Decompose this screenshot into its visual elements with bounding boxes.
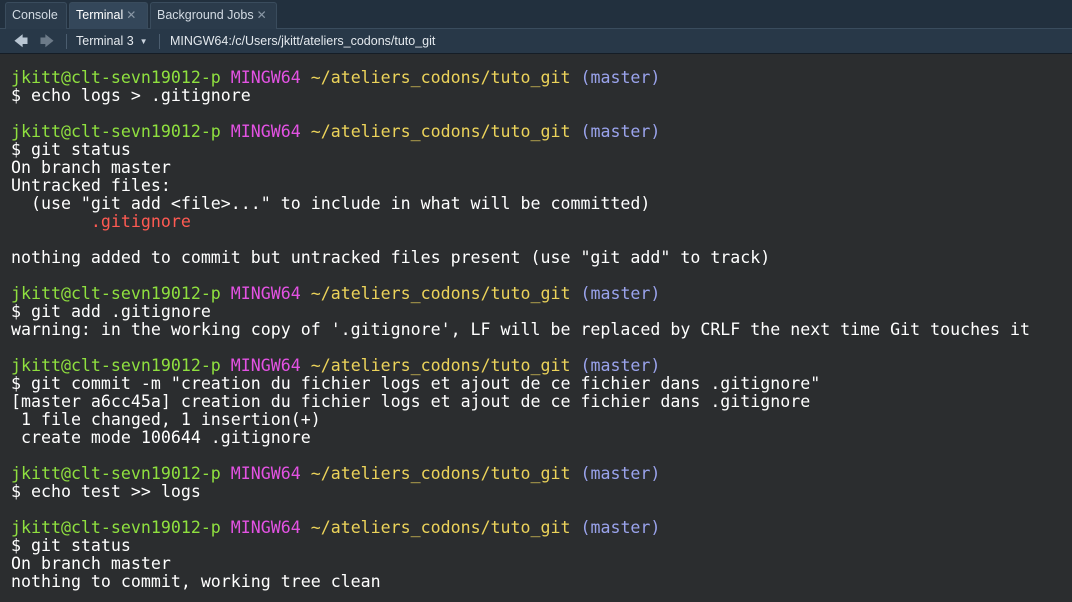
terminal-name: Terminal 3: [76, 34, 134, 48]
terminal-text: (use "git add <file>..." to include in w…: [11, 194, 651, 213]
terminal-line: nothing to commit, working tree clean: [11, 573, 1072, 591]
prompt-user-host: jkitt@clt-sevn19012-p: [11, 518, 221, 537]
terminal-line: nothing added to commit but untracked fi…: [11, 249, 1072, 267]
pane-tab-bar: Console Terminal ✕ Background Jobs ✕: [0, 0, 1072, 29]
terminal-line: [master a6cc45a] creation du fichier log…: [11, 393, 1072, 411]
prompt-env: MINGW64: [230, 356, 301, 375]
close-icon[interactable]: ✕: [126, 8, 136, 22]
prompt-env: MINGW64: [230, 284, 301, 303]
terminal-path: MINGW64:/c/Users/jkitt/ateliers_codons/t…: [170, 34, 436, 48]
toolbar-divider: [159, 34, 160, 49]
terminal-line: On branch master: [11, 555, 1072, 573]
terminal-text: .gitignore: [11, 212, 191, 231]
prompt-user-host: jkitt@clt-sevn19012-p: [11, 464, 221, 483]
terminal-text: $ git status: [11, 140, 131, 159]
terminal-line: $ echo logs > .gitignore: [11, 87, 1072, 105]
prompt-line: jkitt@clt-sevn19012-p MINGW64 ~/ateliers…: [11, 123, 1072, 141]
tab-label: Terminal: [76, 8, 124, 22]
chevron-down-icon: ▼: [139, 37, 148, 46]
terminal-text: warning: in the working copy of '.gitign…: [11, 320, 1031, 339]
arrow-left-icon[interactable]: 🡄: [12, 34, 30, 49]
terminal-line: $ git add .gitignore: [11, 303, 1072, 321]
terminal-text: $ git add .gitignore: [11, 302, 211, 321]
terminal-line: .gitignore: [11, 213, 1072, 231]
terminal-text: nothing added to commit but untracked fi…: [11, 248, 771, 267]
terminal-line: Untracked files:: [11, 177, 1072, 195]
prompt-env: MINGW64: [230, 518, 301, 537]
terminal-text: $ git status: [11, 536, 131, 555]
terminal-text: $ git commit -m "creation du fichier log…: [11, 374, 821, 393]
tab-console[interactable]: Console: [5, 2, 67, 29]
prompt-cwd: ~/ateliers_codons/tuto_git: [310, 518, 571, 537]
terminal-line: create mode 100644 .gitignore: [11, 429, 1072, 447]
prompt-cwd: ~/ateliers_codons/tuto_git: [310, 464, 571, 483]
terminal-output[interactable]: jkitt@clt-sevn19012-p MINGW64 ~/ateliers…: [0, 55, 1072, 602]
arrow-right-icon[interactable]: 🡆: [38, 34, 56, 49]
terminal-text: $ echo logs > .gitignore: [11, 86, 251, 105]
prompt-cwd: ~/ateliers_codons/tuto_git: [310, 356, 571, 375]
terminal-line: $ git commit -m "creation du fichier log…: [11, 375, 1072, 393]
terminal-text: [master a6cc45a] creation du fichier log…: [11, 392, 811, 411]
terminal-line: $ echo test >> logs: [11, 483, 1072, 501]
terminal-line: warning: in the working copy of '.gitign…: [11, 321, 1072, 339]
terminal-text: nothing to commit, working tree clean: [11, 572, 381, 591]
prompt-line: jkitt@clt-sevn19012-p MINGW64 ~/ateliers…: [11, 285, 1072, 303]
prompt-env: MINGW64: [230, 68, 301, 87]
prompt-cwd: ~/ateliers_codons/tuto_git: [310, 68, 571, 87]
terminal-selector[interactable]: Terminal 3 ▼: [76, 29, 148, 54]
terminal-text: 1 file changed, 1 insertion(+): [11, 410, 321, 429]
prompt-branch: (master): [580, 122, 661, 141]
prompt-branch: (master): [580, 464, 661, 483]
terminal-toolbar: 🡄 🡆 Terminal 3 ▼ MINGW64:/c/Users/jkitt/a…: [0, 29, 1072, 54]
prompt-branch: (master): [580, 284, 661, 303]
close-icon[interactable]: ✕: [257, 8, 267, 22]
terminal-line: On branch master: [11, 159, 1072, 177]
toolbar-divider: [66, 34, 67, 49]
prompt-line: jkitt@clt-sevn19012-p MINGW64 ~/ateliers…: [11, 357, 1072, 375]
terminal-text: $ echo test >> logs: [11, 482, 201, 501]
tab-background-jobs[interactable]: Background Jobs ✕: [150, 2, 277, 29]
tab-label: Console: [12, 8, 58, 22]
prompt-env: MINGW64: [230, 464, 301, 483]
prompt-env: MINGW64: [230, 122, 301, 141]
prompt-line: jkitt@clt-sevn19012-p MINGW64 ~/ateliers…: [11, 465, 1072, 483]
terminal-line: $ git status: [11, 141, 1072, 159]
prompt-branch: (master): [580, 68, 661, 87]
terminal-line: (use "git add <file>..." to include in w…: [11, 195, 1072, 213]
terminal-text: create mode 100644 .gitignore: [11, 428, 311, 447]
prompt-user-host: jkitt@clt-sevn19012-p: [11, 122, 221, 141]
tab-label: Background Jobs: [157, 8, 254, 22]
prompt-user-host: jkitt@clt-sevn19012-p: [11, 68, 221, 87]
terminal-line: $ git status: [11, 537, 1072, 555]
prompt-cwd: ~/ateliers_codons/tuto_git: [310, 284, 571, 303]
tab-terminal[interactable]: Terminal ✕: [69, 2, 148, 29]
terminal-text: Untracked files:: [11, 176, 171, 195]
prompt-branch: (master): [580, 518, 661, 537]
prompt-user-host: jkitt@clt-sevn19012-p: [11, 356, 221, 375]
prompt-cwd: ~/ateliers_codons/tuto_git: [310, 122, 571, 141]
terminal-line: 1 file changed, 1 insertion(+): [11, 411, 1072, 429]
terminal-text: On branch master: [11, 554, 171, 573]
prompt-user-host: jkitt@clt-sevn19012-p: [11, 284, 221, 303]
prompt-branch: (master): [580, 356, 661, 375]
terminal-text: On branch master: [11, 158, 171, 177]
prompt-line: jkitt@clt-sevn19012-p MINGW64 ~/ateliers…: [11, 69, 1072, 87]
prompt-line: jkitt@clt-sevn19012-p MINGW64 ~/ateliers…: [11, 519, 1072, 537]
